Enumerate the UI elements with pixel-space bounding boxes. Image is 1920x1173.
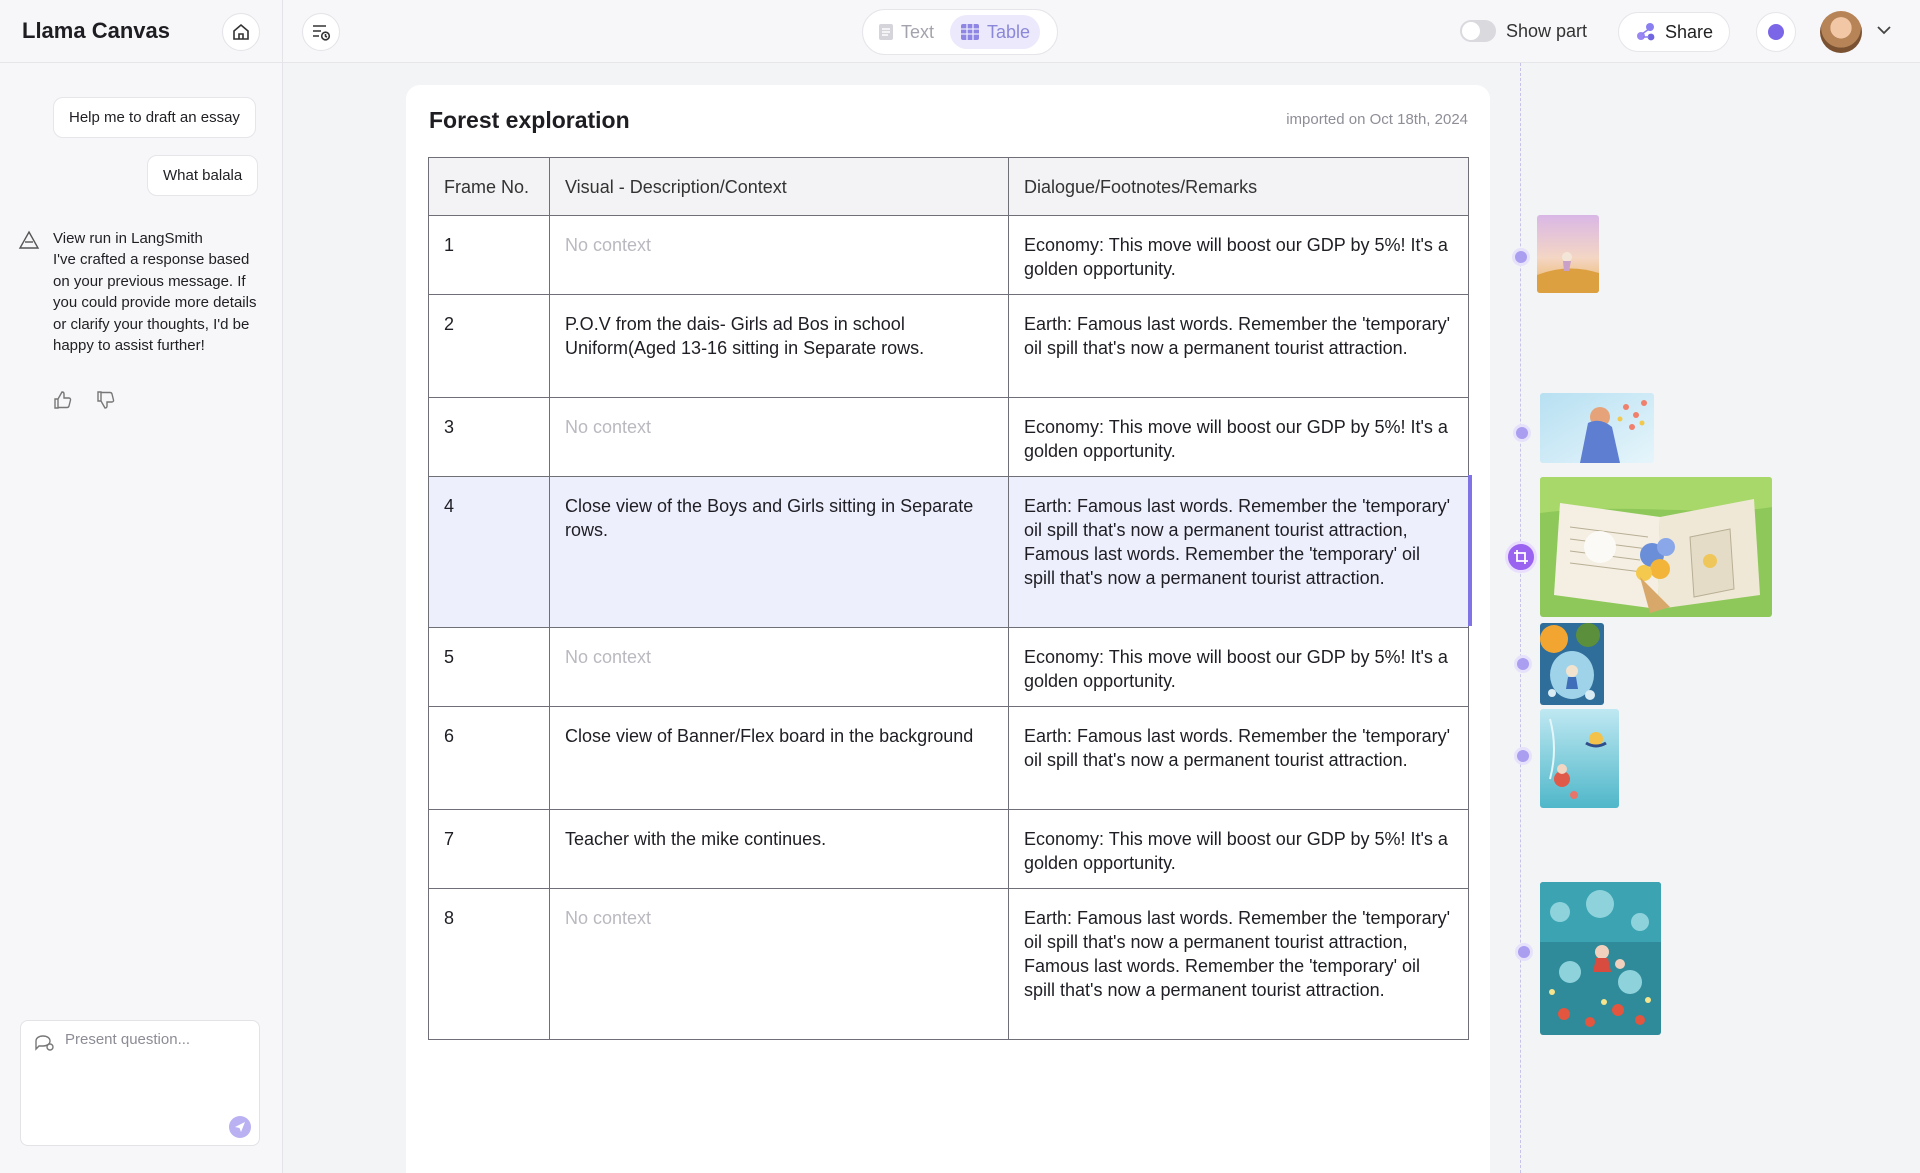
share-icon [1636,23,1655,41]
frame-thumbnail[interactable] [1540,393,1654,463]
frame-thumbnail-selected[interactable] [1540,477,1772,617]
question-composer [20,1020,260,1146]
app-title: Llama Canvas [22,18,170,43]
storyboard-table: Frame No. Visual - Description/Context D… [428,157,1469,1040]
status-dot [1768,24,1784,40]
frame-crop-icon [1514,550,1528,564]
sidebar-divider [282,0,283,1173]
home-button[interactable] [222,13,260,51]
top-bar: Llama Canvas Text Table Show part Share [0,0,1920,63]
question-input[interactable] [65,1031,245,1048]
view-run-link[interactable]: View run in LangSmith [53,230,203,247]
table-row-selected[interactable]: 4 Close view of the Boys and Girls sitti… [428,476,1469,628]
visual-cell[interactable]: Close view of Banner/Flex board in the b… [549,706,1009,810]
view-mode-toggle: Text Table [862,9,1058,55]
mode-table-label: Table [987,21,1031,42]
visual-cell[interactable]: Close view of the Boys and Girls sitting… [549,476,1009,628]
visual-cell[interactable]: No context [549,888,1009,1040]
history-icon [313,25,331,41]
visual-cell[interactable]: No context [549,215,1009,295]
column-header-frame: Frame No. [428,157,550,216]
table-row[interactable]: 7 Teacher with the mike continues. Econo… [428,809,1469,889]
imported-date: imported on Oct 18th, 2024 [1286,111,1468,128]
history-button[interactable] [302,13,340,51]
assistant-message: View run in LangSmith I've crafted a res… [53,228,268,356]
share-label: Share [1664,21,1714,42]
dialogue-cell[interactable]: Economy: This move will boost our GDP by… [1008,397,1469,477]
table-row[interactable]: 1 No context Economy: This move will boo… [428,215,1469,295]
table-icon [961,24,980,40]
timeline-node[interactable] [1512,248,1530,266]
frame-number: 4 [428,476,550,628]
timeline-node[interactable] [1514,655,1532,673]
dialogue-cell[interactable]: Earth: Famous last words. Remember the '… [1008,294,1469,398]
table-row[interactable]: 5 No context Economy: This move will boo… [428,627,1469,707]
table-row[interactable]: 3 No context Economy: This move will boo… [428,397,1469,477]
frame-thumbnail[interactable] [1537,215,1599,293]
selected-row-indicator [1468,475,1472,626]
show-part-switch[interactable] [1460,20,1496,42]
dialogue-cell[interactable]: Economy: This move will boost our GDP by… [1008,215,1469,295]
avatar[interactable] [1820,11,1862,53]
frame-number: 3 [428,397,550,477]
frame-thumbnail[interactable] [1540,882,1661,1035]
dialogue-cell[interactable]: Economy: This move will boost our GDP by… [1008,809,1469,889]
show-part-label: Show part [1506,20,1588,41]
visual-cell[interactable]: P.O.V from the dais- Girls ad Bos in sch… [549,294,1009,398]
mode-text-label: Text [901,21,935,42]
thumbs-down-icon[interactable] [96,390,116,410]
frame-timeline [1520,63,1521,1173]
share-button[interactable]: Share [1618,12,1730,52]
timeline-node[interactable] [1513,424,1531,442]
chat-bubble-icon [35,1035,54,1051]
frame-number: 1 [428,215,550,295]
timeline-node[interactable] [1515,943,1533,961]
visual-cell[interactable]: No context [549,627,1009,707]
assistant-message-body: I've crafted a response based on your pr… [53,251,257,355]
send-button[interactable] [229,1116,251,1138]
frame-number: 2 [428,294,550,398]
document-title: Forest exploration [429,107,630,133]
frame-number: 7 [428,809,550,889]
mode-table-button[interactable]: Table [950,15,1041,49]
home-icon [233,23,249,40]
table-row[interactable]: 8 No context Earth: Famous last words. R… [428,888,1469,1040]
mode-text-button[interactable]: Text [868,15,944,49]
visual-cell[interactable]: No context [549,397,1009,477]
table-row[interactable]: 6 Close view of Banner/Flex board in the… [428,706,1469,810]
user-message: What balala [147,155,259,196]
chat-panel: Help me to draft an essay What balala Vi… [0,63,282,1173]
frame-number: 6 [428,706,550,810]
dialogue-cell[interactable]: Earth: Famous last words. Remember the '… [1008,706,1469,810]
timeline-node[interactable] [1514,747,1532,765]
show-part-toggle[interactable]: Show part [1460,20,1587,42]
column-header-visual: Visual - Description/Context [549,157,1009,216]
visual-cell[interactable]: Teacher with the mike continues. [549,809,1009,889]
user-message: Help me to draft an essay [53,97,256,138]
frame-thumbnail[interactable] [1540,623,1604,705]
column-header-dialogue: Dialogue/Footnotes/Remarks [1008,157,1469,216]
chevron-down-icon[interactable] [1874,20,1894,40]
send-icon [235,1122,245,1132]
document-icon [879,24,893,40]
frame-thumbnail[interactable] [1540,709,1619,808]
frame-number: 5 [428,627,550,707]
thumbs-up-icon[interactable] [53,390,73,410]
document-card: Forest exploration imported on Oct 18th,… [406,85,1490,1173]
dialogue-cell[interactable]: Earth: Famous last words. Remember the '… [1008,888,1469,1040]
timeline-node-active[interactable] [1505,541,1537,573]
dialogue-cell[interactable]: Economy: This move will boost our GDP by… [1008,627,1469,707]
frame-number: 8 [428,888,550,1040]
assistant-status-button[interactable] [1756,12,1796,52]
langsmith-icon [18,230,40,249]
dialogue-cell[interactable]: Earth: Famous last words. Remember the '… [1008,476,1469,628]
table-header-row: Frame No. Visual - Description/Context D… [428,157,1469,216]
table-row[interactable]: 2 P.O.V from the dais- Girls ad Bos in s… [428,294,1469,398]
